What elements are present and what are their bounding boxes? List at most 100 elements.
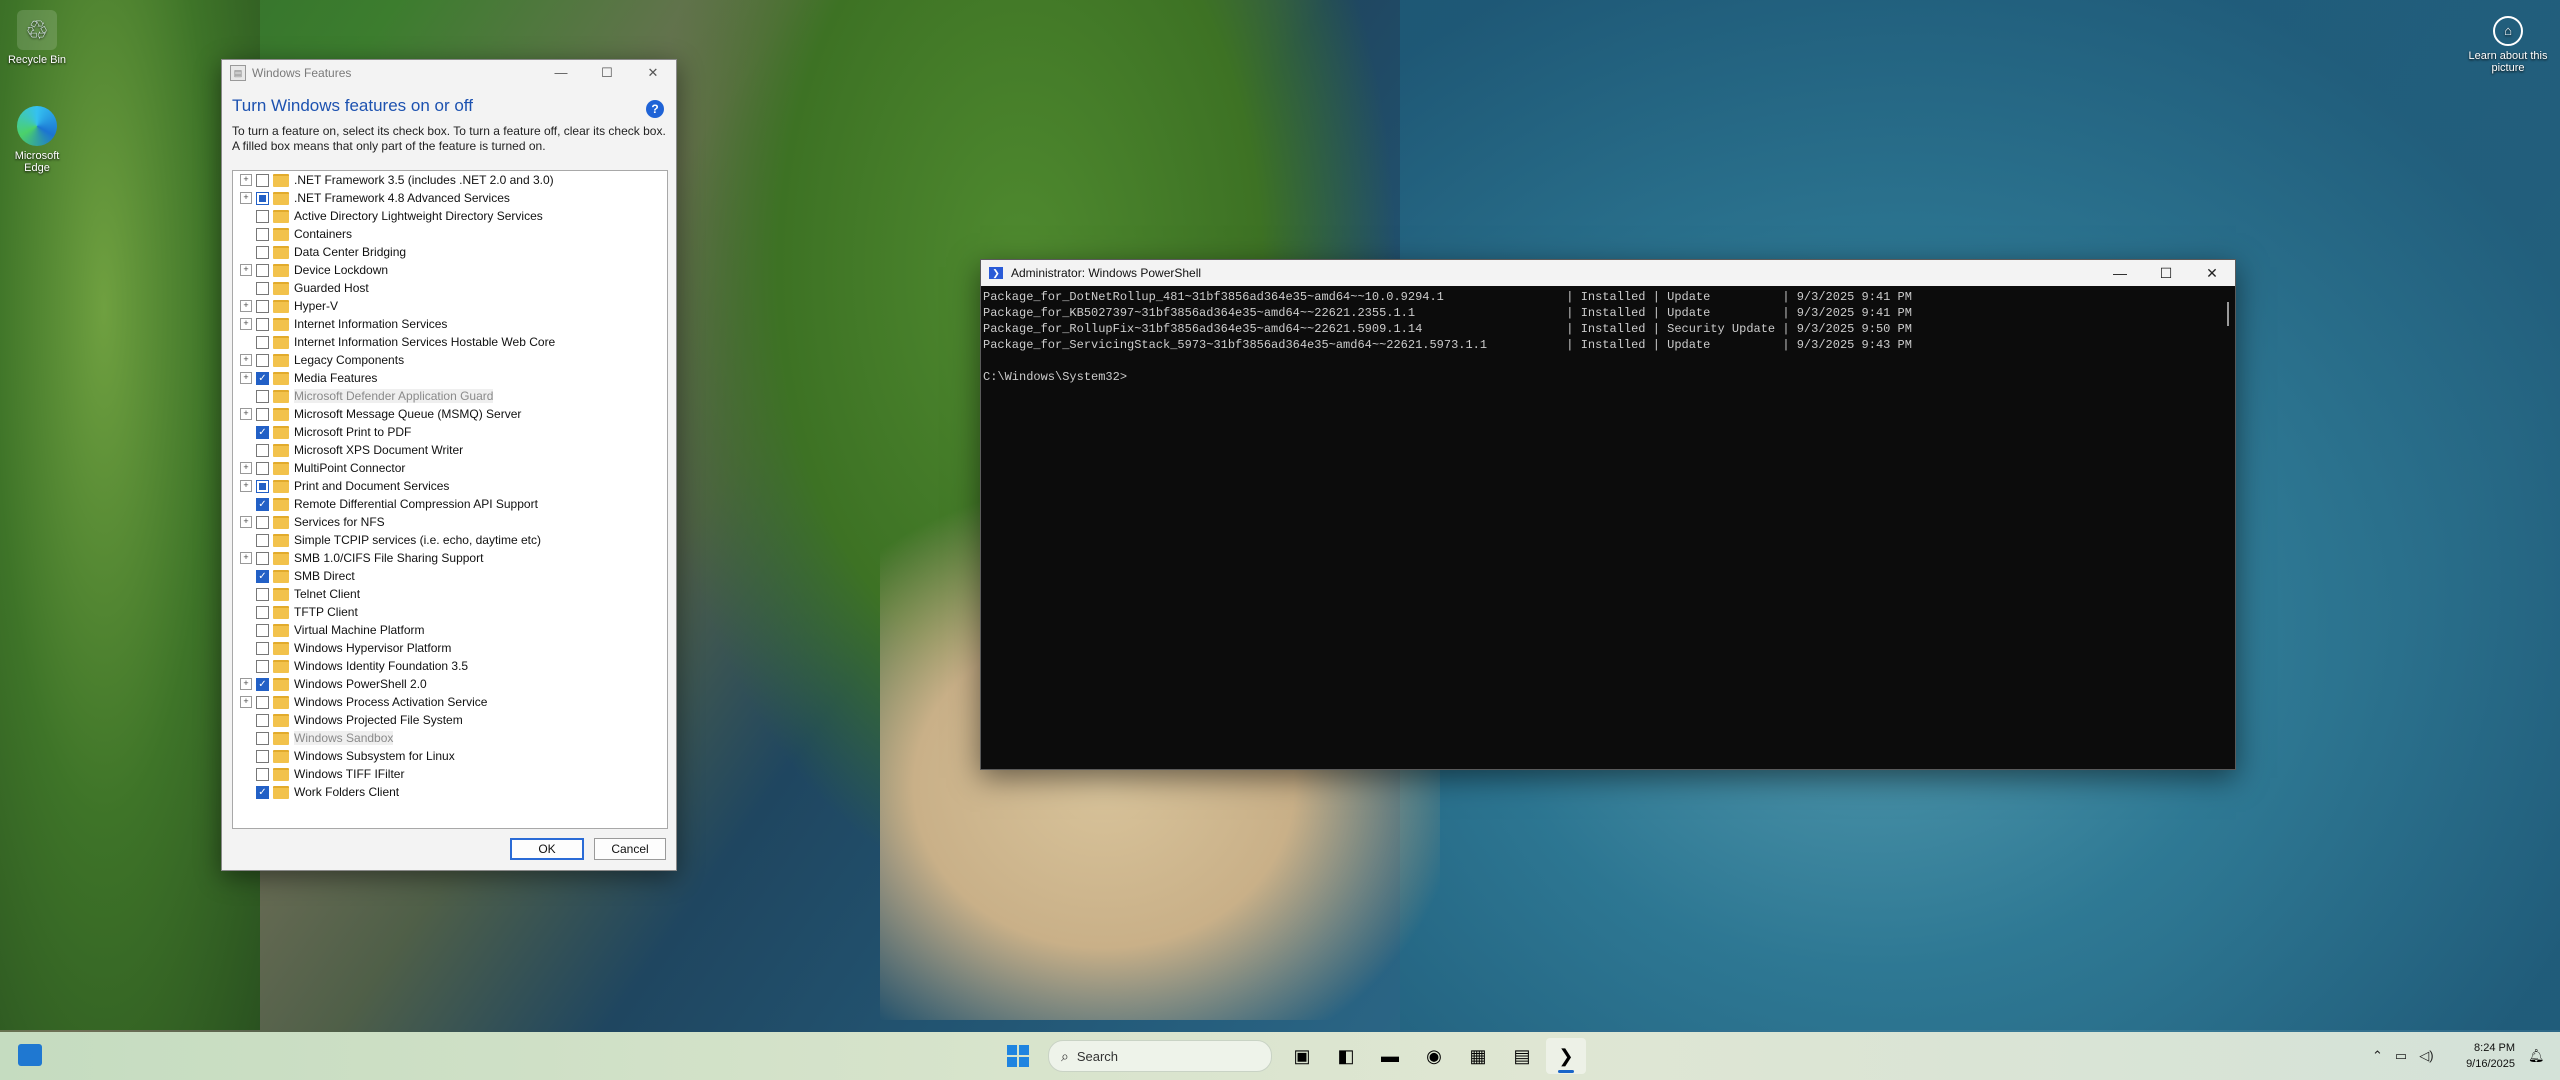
feature-checkbox[interactable] (256, 263, 269, 277)
feature-row[interactable]: Telnet Client (233, 585, 667, 603)
feature-checkbox[interactable]: ✓ (256, 677, 269, 691)
feature-checkbox[interactable] (256, 299, 269, 313)
volume-icon[interactable]: ◁) (2419, 1048, 2433, 1064)
expand-toggle-icon[interactable]: + (240, 516, 252, 528)
windows-features-titlebar[interactable]: ▤ Windows Features — ☐ ✕ (222, 60, 676, 86)
feature-checkbox[interactable] (256, 281, 269, 295)
feature-row[interactable]: + Device Lockdown (233, 261, 667, 279)
feature-checkbox[interactable] (256, 353, 269, 367)
feature-row[interactable]: Windows Sandbox (233, 729, 667, 747)
feature-checkbox[interactable] (256, 407, 269, 421)
feature-checkbox[interactable]: ✓ (256, 425, 269, 439)
learn-about-picture[interactable]: ⌂ Learn about this picture (2468, 16, 2548, 74)
feature-row[interactable]: Simple TCPIP services (i.e. echo, daytim… (233, 531, 667, 549)
desktop-icon-recycle-bin[interactable]: ♲ Recycle Bin (2, 10, 72, 66)
chevron-up-icon[interactable]: ⌃ (2372, 1048, 2383, 1064)
feature-row[interactable]: + Internet Information Services (233, 315, 667, 333)
minimize-button[interactable]: — (2097, 260, 2143, 286)
feature-row[interactable]: Windows Subsystem for Linux (233, 747, 667, 765)
feature-row[interactable]: Internet Information Services Hostable W… (233, 333, 667, 351)
feature-row[interactable]: Containers (233, 225, 667, 243)
clock[interactable]: 8:24 PM 9/16/2025 (2455, 1040, 2515, 1072)
feature-row[interactable]: Data Center Bridging (233, 243, 667, 261)
feature-row[interactable]: ✓ Microsoft Print to PDF (233, 423, 667, 441)
feature-checkbox[interactable] (256, 551, 269, 565)
feature-row[interactable]: + SMB 1.0/CIFS File Sharing Support (233, 549, 667, 567)
expand-toggle-icon[interactable]: + (240, 408, 252, 420)
feature-checkbox[interactable]: ✓ (256, 785, 269, 799)
feature-row[interactable]: + Microsoft Message Queue (MSMQ) Server (233, 405, 667, 423)
expand-toggle-icon[interactable]: + (240, 174, 252, 186)
console-output[interactable]: Package_for_DotNetRollup_481~31bf3856ad3… (981, 286, 2235, 385)
feature-checkbox[interactable] (256, 623, 269, 637)
feature-checkbox[interactable] (256, 317, 269, 331)
feature-row[interactable]: + .NET Framework 4.8 Advanced Services (233, 189, 667, 207)
widgets-icon[interactable] (18, 1044, 42, 1066)
feature-row[interactable]: Guarded Host (233, 279, 667, 297)
feature-checkbox[interactable] (256, 479, 269, 493)
console-scrollbar[interactable] (2227, 302, 2229, 326)
cancel-button[interactable]: Cancel (594, 838, 666, 860)
taskbar-search[interactable]: ⌕ Search (1048, 1040, 1272, 1072)
task-view-icon[interactable]: ▣ (1282, 1038, 1322, 1074)
feature-checkbox[interactable] (256, 713, 269, 727)
feature-checkbox[interactable] (256, 767, 269, 781)
feature-row[interactable]: + Legacy Components (233, 351, 667, 369)
features-tree[interactable]: + .NET Framework 3.5 (includes .NET 2.0 a… (232, 170, 668, 829)
feature-checkbox[interactable] (256, 659, 269, 673)
office-icon[interactable]: ◧ (1326, 1038, 1366, 1074)
feature-checkbox[interactable] (256, 533, 269, 547)
feature-checkbox[interactable] (256, 695, 269, 709)
maximize-button[interactable]: ☐ (2143, 260, 2189, 286)
feature-row[interactable]: ✓ Work Folders Client (233, 783, 667, 801)
minimize-button[interactable]: — (538, 60, 584, 86)
expand-toggle-icon[interactable]: + (240, 462, 252, 474)
feature-row[interactable]: + Windows Process Activation Service (233, 693, 667, 711)
feature-row[interactable]: Microsoft Defender Application Guard (233, 387, 667, 405)
feature-row[interactable]: + ✓ Windows PowerShell 2.0 (233, 675, 667, 693)
feature-row[interactable]: Windows TIFF IFilter (233, 765, 667, 783)
feature-row[interactable]: TFTP Client (233, 603, 667, 621)
expand-toggle-icon[interactable]: + (240, 318, 252, 330)
feature-checkbox[interactable] (256, 227, 269, 241)
ok-button[interactable]: OK (510, 838, 584, 860)
feature-row[interactable]: Windows Identity Foundation 3.5 (233, 657, 667, 675)
feature-checkbox[interactable] (256, 173, 269, 187)
feature-checkbox[interactable] (256, 191, 269, 205)
feature-checkbox[interactable] (256, 209, 269, 223)
maximize-button[interactable]: ☐ (584, 60, 630, 86)
store-icon[interactable]: ▦ (1458, 1038, 1498, 1074)
edge-taskbar-icon[interactable]: ◉ (1414, 1038, 1454, 1074)
feature-checkbox[interactable] (256, 587, 269, 601)
feature-row[interactable]: Virtual Machine Platform (233, 621, 667, 639)
start-button[interactable] (998, 1038, 1038, 1074)
feature-checkbox[interactable]: ✓ (256, 497, 269, 511)
feature-checkbox[interactable] (256, 605, 269, 619)
feature-row[interactable]: + Services for NFS (233, 513, 667, 531)
close-button[interactable]: ✕ (2189, 260, 2235, 286)
feature-checkbox[interactable] (256, 335, 269, 349)
feature-checkbox[interactable] (256, 443, 269, 457)
file-explorer-icon[interactable]: ▬ (1370, 1038, 1410, 1074)
feature-row[interactable]: Windows Projected File System (233, 711, 667, 729)
network-icon[interactable]: ▭ (2395, 1048, 2407, 1064)
expand-toggle-icon[interactable]: + (240, 354, 252, 366)
powershell-titlebar[interactable]: ❯ Administrator: Windows PowerShell — ☐ … (981, 260, 2235, 286)
feature-checkbox[interactable] (256, 641, 269, 655)
feature-checkbox[interactable] (256, 461, 269, 475)
powershell-taskbar-icon[interactable]: ❯ (1546, 1038, 1586, 1074)
expand-toggle-icon[interactable]: + (240, 264, 252, 276)
feature-checkbox[interactable] (256, 515, 269, 529)
help-icon[interactable]: ? (646, 100, 664, 118)
desktop-icon-edge[interactable]: Microsoft Edge (2, 106, 72, 174)
feature-row[interactable]: Active Directory Lightweight Directory S… (233, 207, 667, 225)
notification-bell-icon[interactable]: 🔔︎ (2528, 1048, 2545, 1064)
feature-row[interactable]: + MultiPoint Connector (233, 459, 667, 477)
control-panel-icon[interactable]: ▤ (1502, 1038, 1542, 1074)
feature-row[interactable]: ✓ SMB Direct (233, 567, 667, 585)
expand-toggle-icon[interactable]: + (240, 300, 252, 312)
expand-toggle-icon[interactable]: + (240, 678, 252, 690)
expand-toggle-icon[interactable]: + (240, 696, 252, 708)
expand-toggle-icon[interactable]: + (240, 192, 252, 204)
expand-toggle-icon[interactable]: + (240, 372, 252, 384)
